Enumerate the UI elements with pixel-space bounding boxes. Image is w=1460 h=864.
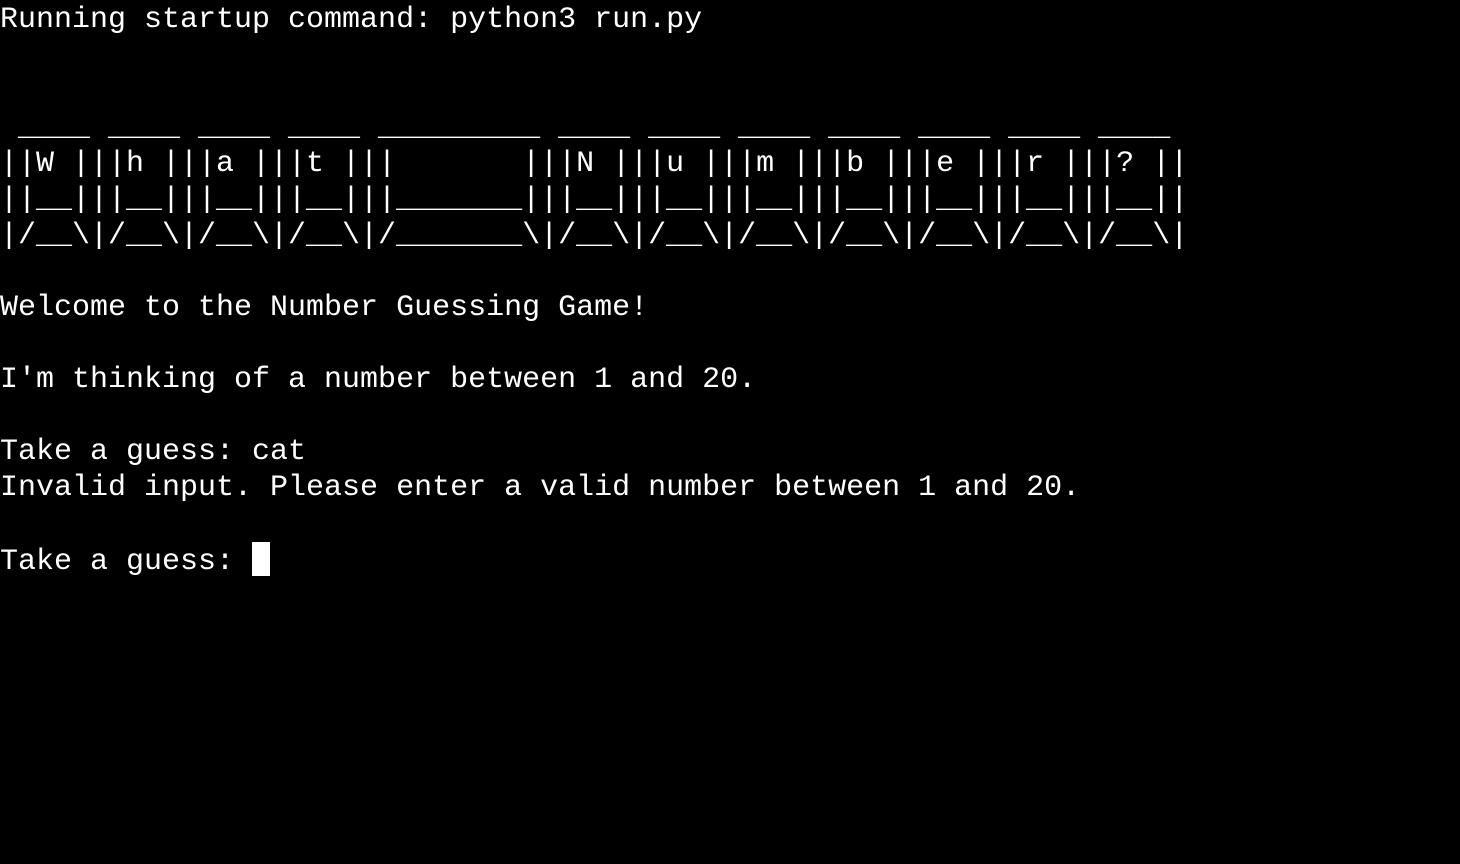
startup-command-line: Running startup command: python3 run.py (0, 3, 703, 37)
text-cursor[interactable] (252, 542, 271, 576)
thinking-message: I'm thinking of a number between 1 and 2… (0, 363, 757, 397)
banner-line-3: ||__|||__|||__|||__|||_______|||__|||__|… (0, 183, 1189, 217)
banner-line-1: ____ ____ ____ ____ _________ ____ ____ … (0, 111, 1171, 145)
welcome-message: Welcome to the Number Guessing Game! (0, 291, 649, 325)
ascii-banner: ____ ____ ____ ____ _________ ____ ____ … (0, 110, 1460, 254)
invalid-input-message: Invalid input. Please enter a valid numb… (0, 471, 1081, 505)
banner-line-2: ||W |||h |||a |||t ||| |||N |||u |||m ||… (0, 147, 1189, 181)
guess-prompt-current: Take a guess: (0, 545, 253, 579)
terminal-window[interactable]: Running startup command: python3 run.py … (0, 0, 1460, 864)
banner-line-4: |/__\|/__\|/__\|/__\|/_______\|/__\|/__\… (0, 219, 1189, 253)
current-input-line[interactable]: Take a guess: (0, 542, 1460, 579)
guess-prompt-previous: Take a guess: cat (0, 435, 307, 469)
